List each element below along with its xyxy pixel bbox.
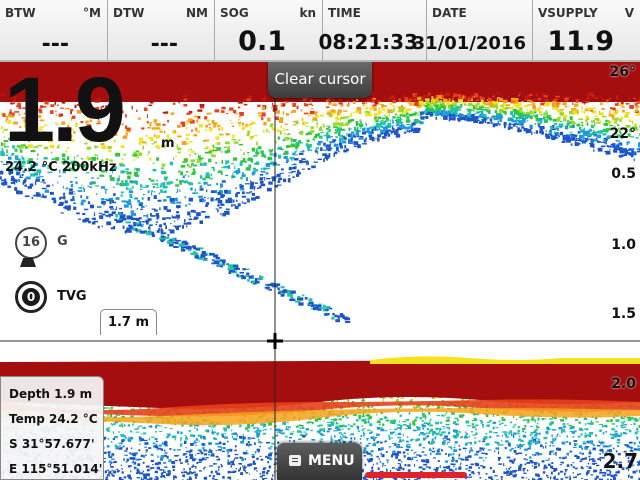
gain-value: 16 [21,235,41,250]
date-cell[interactable]: DATE 31/01/2016 [413,0,533,60]
time-value: 08:21:33 [318,30,419,54]
date-label: DATE [432,6,467,20]
scale-temp-mid: 22° [609,126,636,142]
clear-cursor-button[interactable]: Clear cursor [268,62,372,98]
sonar-view[interactable]: Clear cursor 1.9 m 24.2 °C 200kHz 26° 22… [0,62,640,480]
sog-value: 0.1 [238,26,286,57]
gain-dial[interactable]: 16 [15,227,47,259]
scale-depth-1-5: 1.5 [611,306,636,322]
menu-icon [289,455,301,466]
cursor-temp: Temp 24.2 °C [9,412,98,426]
tvg-label: TVG [57,289,87,304]
history-scroll-indicator[interactable] [365,472,467,478]
sog-cell[interactable]: SOG kn 0.1 [215,0,323,60]
cursor-depth: Depth 1.9 m [9,387,93,401]
dtw-unit: NM [186,6,208,20]
cursor-range-readout: 1.7 m [100,309,157,335]
scale-depth-2-7: 2.7 [602,449,638,473]
time-label: TIME [328,6,361,20]
vsupply-cell[interactable]: VSUPPLY V 11.9 [533,0,640,60]
sog-label: SOG [220,6,249,20]
menu-button[interactable]: MENU [277,443,362,480]
dtw-value: --- [150,32,178,57]
cursor-latitude: S 31°57.677' [9,437,95,451]
gain-label: G [57,234,68,249]
dtw-label: DTW [113,6,145,20]
btw-unit: °M [83,6,101,20]
btw-cell[interactable]: BTW °M --- [0,0,108,60]
tvg-dial[interactable]: 0 [15,281,47,313]
menu-label: MENU [308,453,355,469]
scale-depth-0-5: 0.5 [611,166,636,182]
scale-depth-2-0: 2.0 [611,376,636,392]
date-value: 31/01/2016 [412,33,526,54]
scale-temp-top: 26° [609,64,636,80]
btw-value: --- [41,32,69,57]
time-cell[interactable]: TIME 08:21:33 [319,0,427,60]
sog-unit: kn [299,6,316,20]
cursor-longitude: E 115°51.014' [9,462,103,476]
scale-depth-1-0: 1.0 [611,237,636,253]
depth-unit: m [161,136,175,151]
vsupply-value: 11.9 [547,26,614,57]
vsupply-unit: V [624,6,634,20]
temp-frequency-readout: 24.2 °C 200kHz [5,160,117,175]
tvg-value: 0 [22,288,40,306]
vsupply-label: VSUPPLY [538,6,598,20]
data-bar: BTW °M --- DTW NM --- SOG kn 0.1 TIME 08… [0,0,640,62]
depth-readout: 1.9 [4,62,126,161]
dtw-cell[interactable]: DTW NM --- [108,0,215,60]
btw-label: BTW [5,6,36,20]
cursor-info-panel: Depth 1.9 m Temp 24.2 °C S 31°57.677' E … [0,376,104,480]
